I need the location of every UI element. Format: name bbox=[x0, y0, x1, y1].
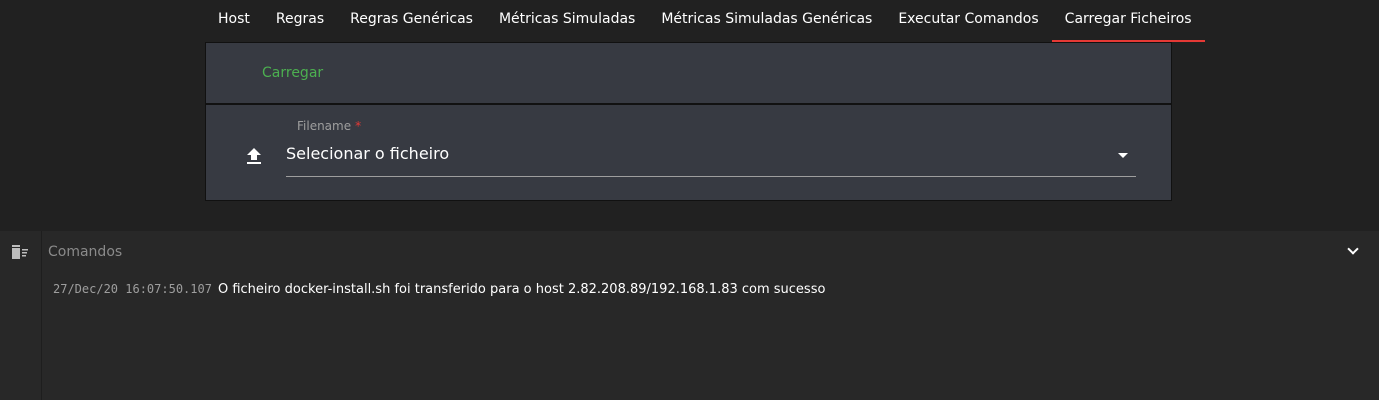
log-entry: 27/Dec/20 16:07:50.107 O ficheiro docker-… bbox=[53, 282, 825, 297]
tab-carregar-ficheiros[interactable]: Carregar Ficheiros bbox=[1051, 0, 1205, 42]
upload-form: Filename * Selecionar o ficheiro bbox=[205, 104, 1172, 201]
dropdown-arrow-icon[interactable] bbox=[1118, 153, 1128, 158]
carregar-button[interactable]: Carregar bbox=[262, 65, 323, 81]
tab-executar-comandos[interactable]: Executar Comandos bbox=[885, 0, 1051, 42]
filename-select-value: Selecionar o ficheiro bbox=[286, 144, 450, 163]
tab-metricas-simuladas-genericas[interactable]: Métricas Simuladas Genéricas bbox=[648, 0, 885, 42]
upload-icon bbox=[247, 148, 261, 164]
tab-bar: Host Regras Regras Genéricas Métricas Si… bbox=[205, 0, 1205, 42]
tab-host[interactable]: Host bbox=[205, 0, 263, 42]
filename-label-text: Filename bbox=[297, 119, 352, 133]
filename-label: Filename * bbox=[297, 119, 361, 133]
chevron-down-icon[interactable] bbox=[1347, 243, 1359, 255]
tab-metricas-simuladas[interactable]: Métricas Simuladas bbox=[486, 0, 648, 42]
actions-panel: Carregar bbox=[205, 42, 1172, 104]
filename-select[interactable]: Selecionar o ficheiro bbox=[286, 141, 1136, 177]
clear-log-icon[interactable] bbox=[12, 245, 28, 259]
log-message: O ficheiro docker-install.sh foi transfe… bbox=[217, 282, 826, 297]
log-timestamp: 27/Dec/20 16:07:50.107 bbox=[53, 282, 212, 296]
console-sidebar bbox=[0, 231, 42, 400]
tab-regras[interactable]: Regras bbox=[263, 0, 337, 42]
required-mark: * bbox=[355, 119, 362, 133]
tab-regras-genericas[interactable]: Regras Genéricas bbox=[337, 0, 486, 42]
console-panel: Comandos 27/Dec/20 16:07:50.107 O ficheir… bbox=[0, 231, 1379, 400]
console-title: Comandos bbox=[48, 244, 123, 260]
